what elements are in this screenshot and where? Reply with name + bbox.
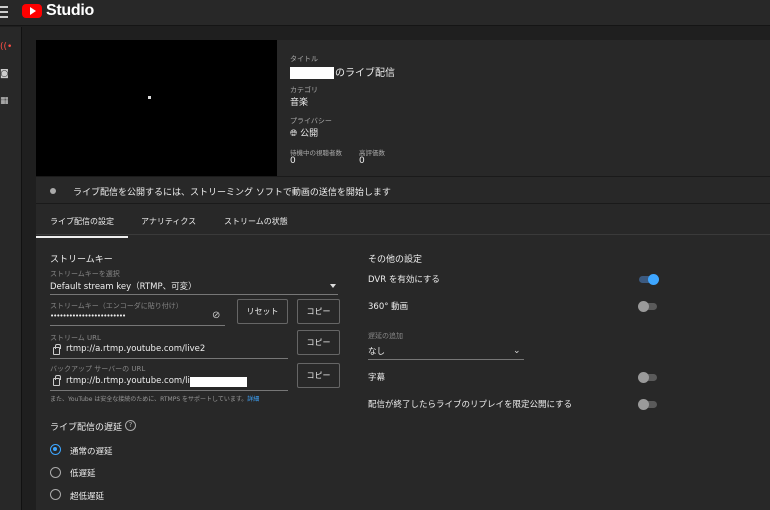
tab-stream-health[interactable]: ストリームの状態	[224, 216, 288, 227]
copy-backup-button[interactable]: コピー	[297, 363, 340, 388]
tab-analytics[interactable]: アナリティクス	[141, 216, 196, 227]
video-preview[interactable]	[36, 40, 277, 176]
streaming-notice: ライブ配信を公開するには、ストリーミング ソフトで動画の送信を開始します	[36, 176, 770, 204]
globe-icon: 🌐︎	[290, 129, 298, 139]
low-latency-label: 低遅延	[70, 469, 96, 479]
stream-key-select-label: ストリームキーを選択	[50, 270, 120, 278]
toggle-knob	[648, 273, 659, 285]
reset-button[interactable]: リセット	[237, 299, 288, 324]
vr-label: 360° 動画	[368, 302, 409, 312]
replay-label: 配信が終了したらライブのリプレイを限定公開にする	[368, 400, 573, 410]
lock-icon	[53, 344, 61, 355]
status-dot-icon	[50, 188, 56, 194]
privacy-label: プライバシー	[290, 117, 332, 125]
stream-key-label: ストリームキー（エンコーダに貼り付け）	[50, 302, 183, 310]
radio-ultra-low-latency[interactable]	[50, 489, 61, 500]
menu-icon[interactable]	[0, 6, 10, 18]
stream-title: のライブ配信	[290, 64, 395, 79]
main-panel: タイトル のライブ配信 カテゴリ 音楽 プライバシー 🌐︎ 公開 待機中の視聴者…	[36, 40, 770, 510]
radio-low-latency[interactable]	[50, 467, 61, 478]
backup-underline	[50, 390, 288, 391]
captions-toggle[interactable]	[638, 371, 657, 383]
delay-label: 遅延の追加	[368, 332, 403, 340]
backup-url-field[interactable]: rtmp://b.rtmp.youtube.com/liv	[66, 376, 195, 386]
toggle-knob	[638, 300, 649, 312]
redacted-block	[290, 67, 334, 79]
stream-key-select[interactable]: Default stream key（RTMP、可変）	[50, 280, 197, 292]
other-settings-title: その他の設定	[368, 255, 423, 265]
left-rail: ((• ◙ ▦	[0, 27, 22, 510]
copy-key-button[interactable]: コピー	[297, 299, 340, 324]
category-label: カテゴリ	[290, 86, 318, 94]
help-icon[interactable]: ?	[125, 420, 136, 431]
chevron-down-icon[interactable]: ⌄	[513, 346, 521, 356]
visibility-off-icon[interactable]: ⊘	[212, 310, 220, 321]
captions-label: 字幕	[368, 373, 386, 383]
viewers-label: 待機中の視聴者数	[290, 149, 342, 157]
viewers-value: 0	[290, 156, 296, 166]
dvr-toggle[interactable]	[639, 273, 659, 285]
privacy-text: 公開	[300, 129, 319, 139]
rtmps-note-text: また、YouTube は安全な接続のために、RTMPS をサポートしています。	[50, 396, 248, 403]
backup-url-label: バックアップ サーバーの URL	[50, 365, 146, 373]
delay-underline	[368, 359, 524, 360]
title-label: タイトル	[290, 55, 318, 63]
dvr-label: DVR を有効にする	[368, 275, 440, 285]
privacy-value: 🌐︎ 公開	[290, 126, 318, 139]
url-underline	[50, 358, 288, 359]
calendar-icon[interactable]: ▦	[0, 96, 10, 106]
toggle-knob	[638, 398, 649, 410]
lock-icon	[53, 375, 61, 386]
tab-stream-settings[interactable]: ライブ配信の設定	[36, 216, 128, 238]
tab-bar: ライブ配信の設定 アナリティクス ストリームの状態	[36, 206, 770, 238]
stream-key-field[interactable]: ••••••••••••••••••••••••	[50, 312, 126, 320]
stream-key-title: ストリームキー	[50, 255, 113, 265]
stream-url-label: ストリーム URL	[50, 334, 101, 342]
toggle-knob	[638, 371, 649, 383]
youtube-play-icon	[22, 4, 42, 18]
latency-title: ライブ配信の遅延	[50, 423, 123, 433]
rtmps-note: また、YouTube は安全な接続のために、RTMPS をサポートしています。詳…	[50, 394, 259, 403]
replay-toggle[interactable]	[638, 398, 657, 410]
normal-latency-label: 通常の遅延	[70, 447, 113, 457]
key-underline	[50, 325, 225, 326]
stream-url-field[interactable]: rtmp://a.rtmp.youtube.com/live2	[66, 344, 205, 354]
stream-title-text: のライブ配信	[335, 68, 395, 79]
live-stream-icon[interactable]: ((•	[0, 42, 12, 52]
category-value: 音楽	[290, 98, 309, 108]
camera-icon[interactable]: ◙	[0, 69, 10, 79]
dropdown-arrow-icon[interactable]	[330, 284, 336, 288]
loading-indicator	[148, 96, 151, 99]
vr-toggle[interactable]	[638, 300, 657, 312]
select-underline	[50, 294, 338, 295]
likes-value: 0	[359, 156, 365, 166]
delay-select[interactable]: なし	[368, 345, 385, 357]
copy-url-button[interactable]: コピー	[297, 330, 340, 355]
redacted-block	[190, 377, 247, 387]
notice-text: ライブ配信を公開するには、ストリーミング ソフトで動画の送信を開始します	[73, 188, 391, 198]
app-title: Studio	[46, 2, 94, 19]
details-link[interactable]: 詳細	[247, 396, 259, 403]
top-bar: Studio	[0, 0, 770, 26]
ultra-low-latency-label: 超低遅延	[70, 492, 105, 502]
studio-logo[interactable]: Studio	[22, 2, 94, 20]
radio-normal-latency[interactable]	[50, 444, 61, 455]
